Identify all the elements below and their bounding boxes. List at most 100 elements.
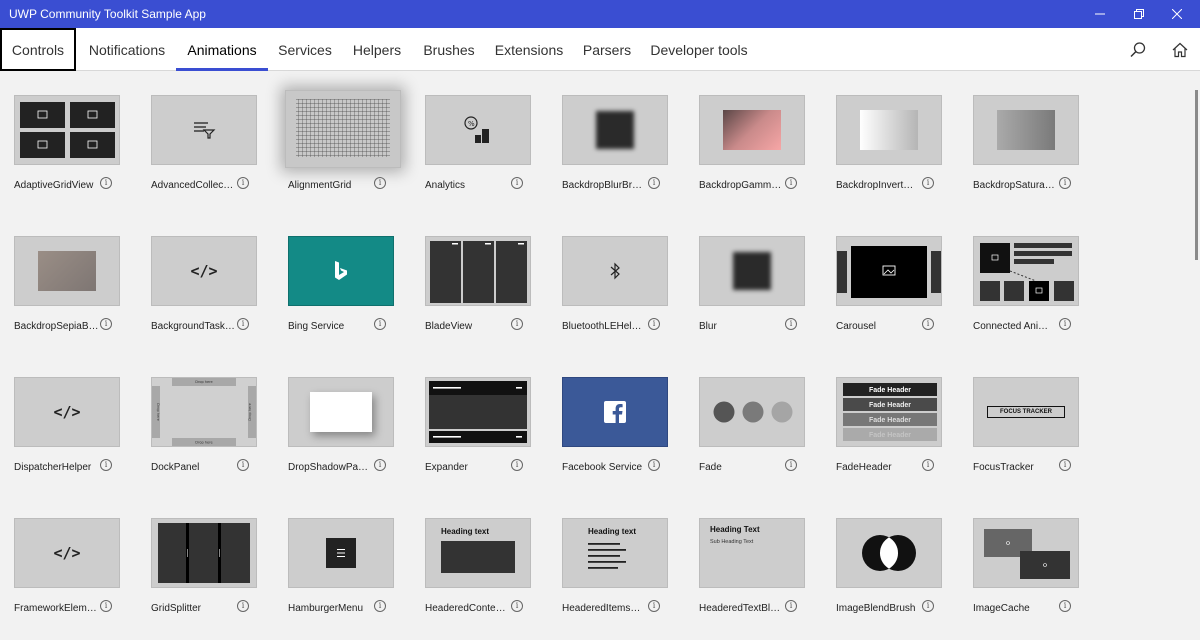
sample-tile-advancedcollectionview[interactable]: AdvancedCollec… i	[151, 71, 276, 191]
dockpanel-icon: Drop here Drop here Drop here Drop here	[151, 377, 257, 447]
sub-heading-text-label: Sub Heading Text	[710, 539, 754, 545]
info-icon[interactable]: i	[1059, 600, 1071, 612]
sample-tile-imageblendbrush[interactable]: ImageBlendBrush i	[836, 494, 961, 614]
sample-tile-frameworkelementextensions[interactable]: </> FrameworkElem… i	[14, 494, 139, 614]
close-icon	[1172, 9, 1182, 19]
tab-notifications[interactable]: Notifications	[85, 28, 169, 71]
home-button[interactable]	[1168, 38, 1192, 62]
sample-label: Analytics	[425, 180, 466, 191]
sample-tile-dispatcherhelper[interactable]: </> DispatcherHelper i	[14, 353, 139, 473]
dock-drop-right: Drop here	[248, 403, 252, 420]
info-icon[interactable]: i	[1059, 177, 1071, 189]
sample-label: Connected Ani…	[973, 321, 1049, 332]
info-icon[interactable]: i	[785, 459, 797, 471]
info-icon[interactable]: i	[511, 600, 523, 612]
info-icon[interactable]: i	[374, 177, 386, 189]
info-icon[interactable]: i	[922, 459, 934, 471]
info-icon[interactable]: i	[922, 600, 934, 612]
headered-items-icon: Heading text	[562, 518, 668, 588]
info-icon[interactable]: i	[785, 600, 797, 612]
sample-tile-carousel[interactable]: Carousel i	[836, 212, 961, 332]
info-icon[interactable]: i	[648, 600, 660, 612]
info-icon[interactable]: i	[785, 177, 797, 189]
sample-tile-fade[interactable]: Fade i	[699, 353, 824, 473]
info-icon[interactable]: i	[1059, 459, 1071, 471]
sample-label: ImageCache	[973, 603, 1030, 614]
info-icon[interactable]: i	[648, 459, 660, 471]
sample-tile-backgroundtaskhelper[interactable]: </> BackgroundTask… i	[151, 212, 276, 332]
info-icon[interactable]: i	[511, 177, 523, 189]
info-icon[interactable]: i	[1059, 318, 1071, 330]
dock-drop-bottom: Drop here	[195, 441, 212, 445]
home-icon	[1172, 42, 1188, 58]
sample-tile-backdropinvertbrush[interactable]: BackdropInvert… i	[836, 71, 961, 191]
info-icon[interactable]: i	[374, 459, 386, 471]
info-icon[interactable]: i	[785, 318, 797, 330]
vertical-scrollbar[interactable]	[1195, 90, 1198, 260]
info-icon[interactable]: i	[922, 318, 934, 330]
sample-tile-connectedanimations[interactable]: Connected Ani… i	[973, 212, 1098, 332]
sample-tile-backdropsaturationbrush[interactable]: BackdropSatura… i	[973, 71, 1098, 191]
sample-tile-adaptivegridview[interactable]: AdaptiveGridView i	[14, 71, 139, 191]
sample-tile-blur[interactable]: Blur i	[699, 212, 824, 332]
tab-brushes[interactable]: Brushes	[420, 28, 478, 71]
sample-tile-backdropsepiabrush[interactable]: BackdropSepiaB… i	[14, 212, 139, 332]
tab-developer-tools[interactable]: Developer tools	[648, 28, 750, 71]
sample-tile-bingservice[interactable]: Bing Service i	[288, 212, 413, 332]
sample-tile-gridsplitter[interactable]: GridSplitter i	[151, 494, 276, 614]
sample-tile-dockpanel[interactable]: Drop here Drop here Drop here Drop here …	[151, 353, 276, 473]
close-button[interactable]	[1154, 0, 1200, 28]
info-icon[interactable]: i	[511, 318, 523, 330]
heading-text-label: Heading text	[588, 527, 636, 536]
grid-pattern-icon	[285, 90, 401, 168]
tab-parsers[interactable]: Parsers	[580, 28, 634, 71]
sample-tile-fadeheader[interactable]: Fade Header Fade Header Fade Header Fade…	[836, 353, 961, 473]
tab-helpers[interactable]: Helpers	[349, 28, 405, 71]
info-icon[interactable]: i	[922, 177, 934, 189]
info-icon[interactable]: i	[100, 600, 112, 612]
search-button[interactable]	[1126, 38, 1150, 62]
info-icon[interactable]: i	[648, 177, 660, 189]
info-icon[interactable]: i	[100, 177, 112, 189]
sample-tile-backdropblurbrush[interactable]: BackdropBlurBr… i	[562, 71, 687, 191]
info-icon[interactable]: i	[100, 318, 112, 330]
sample-tile-focustracker[interactable]: FOCUS TRACKER FocusTracker i	[973, 353, 1098, 473]
info-icon[interactable]: i	[237, 600, 249, 612]
sample-tile-headeredtextblock[interactable]: Heading Text Sub Heading Text HeaderedTe…	[699, 494, 824, 614]
heading-text-caps-label: Heading Text	[710, 525, 760, 534]
sample-tile-analytics[interactable]: % Analytics i	[425, 71, 550, 191]
info-icon[interactable]: i	[237, 318, 249, 330]
sample-label: BladeView	[425, 321, 473, 332]
image-blend-icon	[836, 518, 942, 588]
sample-tile-expander[interactable]: Expander i	[425, 353, 550, 473]
info-icon[interactable]: i	[100, 459, 112, 471]
info-icon[interactable]: i	[511, 459, 523, 471]
facebook-logo-icon	[562, 377, 668, 447]
sample-tile-bluetoothlehelper[interactable]: BluetoothLEHel… i	[562, 212, 687, 332]
sample-tile-dropshadowpanel[interactable]: DropShadowPa… i	[288, 353, 413, 473]
tab-services[interactable]: Services	[276, 28, 334, 71]
image-cache-icon	[973, 518, 1079, 588]
code-icon: </>	[14, 377, 120, 447]
info-icon[interactable]: i	[237, 177, 249, 189]
sample-label: Expander	[425, 462, 468, 473]
samples-grid: AdaptiveGridView i AdvancedCollec… i Ali…	[0, 71, 1200, 640]
tab-controls[interactable]: Controls	[0, 28, 76, 71]
sample-tile-backdropgammatransferbrush[interactable]: BackdropGamm… i	[699, 71, 824, 191]
info-icon[interactable]: i	[648, 318, 660, 330]
sample-tile-bladeview[interactable]: BladeView i	[425, 212, 550, 332]
sample-tile-facebookservice[interactable]: Facebook Service i	[562, 353, 687, 473]
info-icon[interactable]: i	[237, 459, 249, 471]
info-icon[interactable]: i	[374, 318, 386, 330]
info-icon[interactable]: i	[374, 600, 386, 612]
sample-tile-headereditemscontrol[interactable]: Heading text HeaderedItems… i	[562, 494, 687, 614]
tab-animations[interactable]: Animations	[176, 28, 268, 71]
title-bar: UWP Community Toolkit Sample App	[0, 0, 1200, 28]
sample-tile-headeredcontentcontrol[interactable]: Heading text HeaderedConte… i	[425, 494, 550, 614]
sample-tile-alignmentgrid[interactable]: AlignmentGrid i	[285, 71, 413, 191]
sample-label: AdaptiveGridView	[14, 180, 94, 191]
sample-tile-imagecache[interactable]: ImageCache i	[973, 494, 1098, 614]
tab-extensions[interactable]: Extensions	[492, 28, 566, 71]
sample-label: BackdropGamm…	[699, 180, 782, 191]
sample-tile-hamburgermenu[interactable]: HamburgerMenu i	[288, 494, 413, 614]
